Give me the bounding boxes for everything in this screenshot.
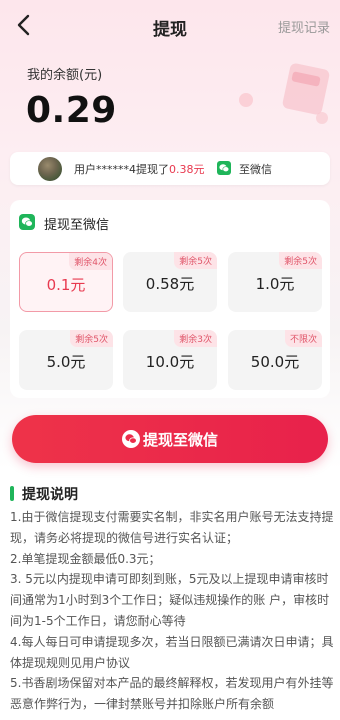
amount-label: 0.1元: [46, 276, 86, 294]
amount-option[interactable]: 剩余5次 1.0元: [228, 252, 322, 312]
withdraw-options-card: 提现至微信 剩余4次 0.1元 剩余5次 0.58元 剩余5次 1.0元 剩余5…: [10, 200, 330, 398]
explain-line: 1.由于微信提现支付需要实名制，非实名用户账号无法支持提现，请务必将提现的微信号…: [10, 510, 334, 545]
remaining-count-tag: 剩余5次: [279, 252, 322, 269]
wechat-icon: [19, 214, 35, 230]
withdraw-to-wechat-button[interactable]: 提现至微信: [12, 415, 328, 463]
withdraw-notice-bar: 用户******4提现了0.38元 至微信: [10, 152, 330, 185]
remaining-count-tag: 剩余3次: [174, 330, 217, 347]
amount-label: 50.0元: [250, 353, 300, 371]
explain-line: 5.书香剧场保留对本产品的最终解释权，若发现用户有外挂等恶意作弊行为，一律封禁账…: [10, 676, 334, 712]
remaining-count-tag: 剩余5次: [174, 252, 217, 269]
explain-line: 4.每人每日可申请提现多次，若当日限额已满请次日申请；具体提现规则见用户协议: [10, 634, 334, 670]
avatar: [38, 157, 62, 181]
balance-value: 0.29: [26, 90, 117, 131]
amount-label: 10.0元: [145, 353, 195, 371]
withdraw-records-link[interactable]: 提现记录: [278, 17, 330, 36]
notice-text: 用户******4提现了0.38元: [74, 163, 205, 176]
explain-line: 2.单笔提现金额最低0.3元；: [10, 551, 161, 566]
remaining-count-tag: 剩余4次: [69, 253, 112, 270]
button-label: 提现至微信: [143, 431, 219, 449]
amount-option[interactable]: 不限次 50.0元: [228, 330, 322, 390]
amount-label: 1.0元: [255, 275, 295, 293]
explain-title: 提现说明: [22, 487, 78, 503]
notice-amount: 0.38元: [169, 163, 205, 176]
amount-option[interactable]: 剩余5次 5.0元: [19, 330, 113, 390]
explain-text: 1.由于微信提现支付需要实名制，非实名用户账号无法支持提现，请务必将提现的微信号…: [10, 507, 335, 715]
amount-option[interactable]: 剩余4次 0.1元: [19, 252, 113, 312]
notice-destination: 至微信: [239, 163, 272, 176]
explain-line: 3. 5元以内提现申请可即刻到账，5元及以上提现申请审核时间通常为1小时到3个工…: [10, 572, 330, 628]
amount-option[interactable]: 剩余3次 10.0元: [123, 330, 217, 390]
remaining-count-tag: 不限次: [284, 330, 322, 347]
amount-label: 0.58元: [145, 275, 195, 293]
decorative-envelopes: [216, 60, 336, 130]
section-marker: [10, 486, 14, 501]
wechat-icon: [122, 430, 140, 448]
header-bar: 提现 提现记录: [0, 0, 340, 52]
balance-label: 我的余额(元): [27, 68, 103, 83]
wechat-icon: [217, 161, 231, 175]
amount-label: 5.0元: [46, 353, 86, 371]
amount-option[interactable]: 剩余5次 0.58元: [123, 252, 217, 312]
card-title: 提现至微信: [44, 218, 110, 233]
remaining-count-tag: 剩余5次: [70, 330, 113, 347]
